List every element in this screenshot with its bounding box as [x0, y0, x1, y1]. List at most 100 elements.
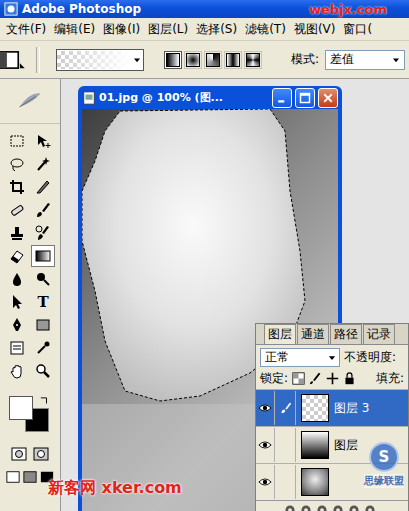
- quick-mask-icon[interactable]: [33, 446, 49, 462]
- mask-icon[interactable]: [300, 504, 312, 511]
- standard-mode-icon[interactable]: [11, 446, 27, 462]
- panel-toolbar: [256, 500, 408, 511]
- type-tool[interactable]: T: [31, 291, 55, 313]
- gradient-type-group: [164, 51, 262, 69]
- panel-tab[interactable]: 记录: [363, 324, 395, 344]
- crop-tool[interactable]: [5, 176, 29, 198]
- menu-item[interactable]: 图层(L): [144, 21, 192, 38]
- lock-transparency-icon[interactable]: [292, 372, 305, 385]
- maximize-icon: [299, 92, 311, 104]
- panel-tab[interactable]: 图层: [264, 324, 296, 344]
- brush-tool[interactable]: [31, 199, 55, 221]
- gradient-preview: [57, 51, 131, 69]
- dropdown-arrow-icon[interactable]: [327, 352, 337, 364]
- gradient-type-icon: [246, 53, 260, 67]
- minimize-button[interactable]: [272, 88, 292, 108]
- visibility-toggle[interactable]: [256, 465, 275, 499]
- lasso-tool[interactable]: [5, 153, 29, 175]
- gradient-type-icon: [186, 53, 200, 67]
- set-icon[interactable]: [316, 504, 328, 511]
- history-brush-icon: [35, 225, 51, 241]
- eyedropper-tool[interactable]: [31, 337, 55, 359]
- blur-icon: [9, 271, 25, 287]
- mode-select[interactable]: 差值: [325, 50, 405, 70]
- standard-screen-icon[interactable]: [6, 470, 20, 484]
- hand-tool[interactable]: [5, 360, 29, 382]
- mode-label: 模式:: [291, 51, 319, 68]
- toolbox-header: [0, 79, 60, 124]
- gradient-tool[interactable]: [31, 245, 55, 267]
- history-brush-tool[interactable]: [31, 222, 55, 244]
- pen-tool[interactable]: [5, 314, 29, 336]
- healing-brush-tool[interactable]: [5, 199, 29, 221]
- notes-tool[interactable]: [5, 337, 29, 359]
- options-bar: 模式: 差值: [0, 41, 409, 79]
- layer-thumbnail: [301, 431, 329, 459]
- swap-colors-icon[interactable]: [39, 396, 49, 406]
- move-tool[interactable]: [31, 130, 55, 152]
- menu-item[interactable]: 图像(I): [99, 21, 144, 38]
- move-icon: [35, 133, 51, 149]
- full-screen-menu-icon[interactable]: [23, 470, 37, 484]
- gradient-tool-icon[interactable]: [0, 47, 30, 73]
- dodge-tool[interactable]: [31, 268, 55, 290]
- color-swatches[interactable]: [7, 394, 53, 436]
- visibility-toggle[interactable]: [256, 428, 275, 462]
- trash-icon[interactable]: [364, 504, 376, 511]
- slice-tool[interactable]: [31, 176, 55, 198]
- blend-mode-select[interactable]: 正常: [260, 348, 340, 367]
- panel-tab[interactable]: 路径: [330, 324, 362, 344]
- maximize-button[interactable]: [295, 88, 315, 108]
- magic-wand-tool[interactable]: [31, 153, 55, 175]
- paint-target-cell[interactable]: [277, 465, 296, 499]
- crop-icon: [9, 179, 25, 195]
- layer-name: 图层: [334, 437, 358, 454]
- blend-row: 正常不透明度:: [256, 347, 408, 368]
- panel-tab[interactable]: 通道: [297, 324, 329, 344]
- menu-item[interactable]: 文件(F): [2, 21, 50, 38]
- path-select-icon: [9, 294, 25, 310]
- site-watermark: 新客网 xker.com: [48, 478, 182, 499]
- lock-all-icon[interactable]: [343, 372, 356, 385]
- gradient-type-button[interactable]: [224, 51, 242, 69]
- magic-wand-icon: [35, 156, 51, 172]
- screen-mode-group: [6, 470, 54, 484]
- layer-style-icon[interactable]: [284, 504, 296, 511]
- visibility-toggle[interactable]: [256, 391, 275, 425]
- eye-icon: [258, 401, 272, 415]
- gradient-picker[interactable]: [56, 49, 144, 71]
- menu-item[interactable]: 编辑(E): [50, 21, 99, 38]
- rectangle-tool[interactable]: [31, 314, 55, 336]
- menu-item[interactable]: 滤镜(T): [241, 21, 290, 38]
- close-button[interactable]: [318, 88, 338, 108]
- clone-stamp-tool[interactable]: [5, 222, 29, 244]
- adjustment-icon[interactable]: [332, 504, 344, 511]
- eyedropper-icon: [35, 340, 51, 356]
- new-layer-icon[interactable]: [348, 504, 360, 511]
- gradient-type-button[interactable]: [164, 51, 182, 69]
- eye-icon: [258, 475, 272, 489]
- foreground-color-swatch[interactable]: [9, 396, 33, 420]
- dropdown-arrow-icon[interactable]: [131, 51, 143, 69]
- gradient-type-button[interactable]: [184, 51, 202, 69]
- gradient-type-button[interactable]: [204, 51, 222, 69]
- marquee-tool[interactable]: [5, 130, 29, 152]
- gradient-type-icon: [226, 53, 240, 67]
- dropdown-arrow-icon[interactable]: [390, 53, 402, 67]
- layer-row[interactable]: 图层 3: [256, 389, 408, 426]
- lock-position-icon[interactable]: [326, 372, 339, 385]
- mode-value: 差值: [330, 51, 354, 68]
- paint-target-cell[interactable]: [277, 428, 296, 462]
- path-select-tool[interactable]: [5, 291, 29, 313]
- blur-tool[interactable]: [5, 268, 29, 290]
- menu-item[interactable]: 视图(V): [290, 21, 340, 38]
- menu-item[interactable]: 选择(S): [192, 21, 241, 38]
- eraser-tool[interactable]: [5, 245, 29, 267]
- gradient-type-button[interactable]: [244, 51, 262, 69]
- dodge-icon: [35, 271, 51, 287]
- menu-item[interactable]: 窗口(: [339, 21, 376, 38]
- lock-pixels-icon[interactable]: [309, 372, 322, 385]
- paint-target-cell[interactable]: [277, 391, 296, 425]
- zoom-tool[interactable]: [31, 360, 55, 382]
- eraser-icon: [9, 248, 25, 264]
